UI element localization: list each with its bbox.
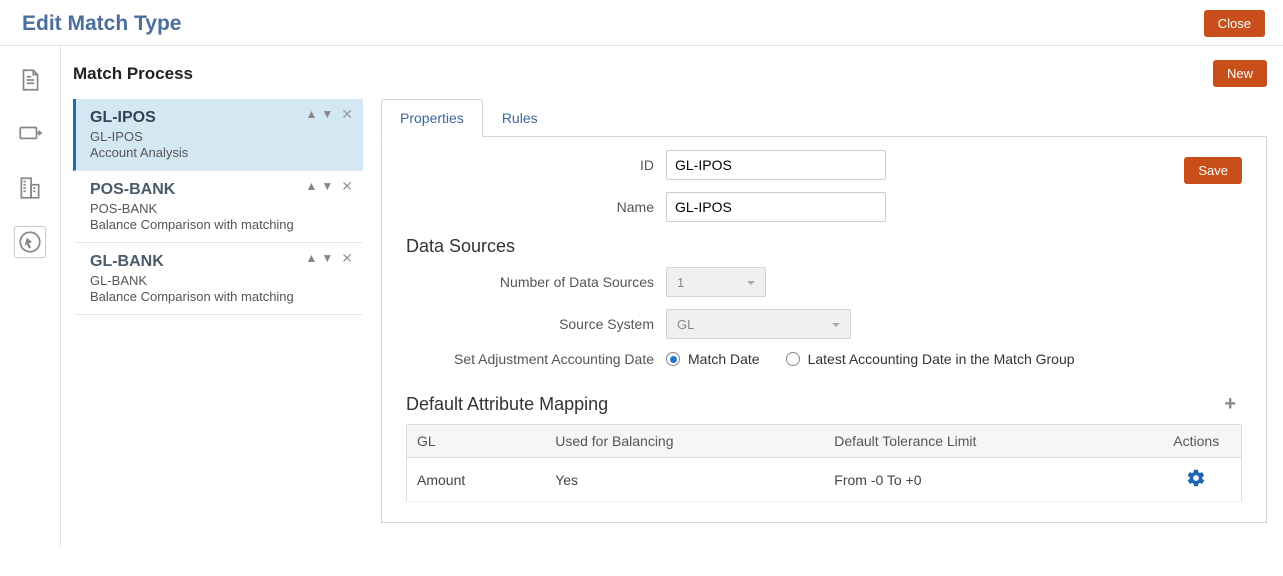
- map-col-3: Default Tolerance Limit: [824, 425, 1151, 458]
- delete-icon[interactable]: ✕: [341, 107, 353, 121]
- rail-icon-doc[interactable]: [14, 64, 46, 96]
- num-sources-value: 1: [677, 275, 684, 290]
- move-down-icon[interactable]: ▼: [321, 252, 333, 264]
- name-label: Name: [406, 199, 666, 215]
- adj-label: Set Adjustment Accounting Date: [406, 351, 666, 367]
- id-input[interactable]: [666, 150, 886, 180]
- process-id: GL-IPOS: [90, 129, 349, 144]
- rail-icon-building[interactable]: [14, 172, 46, 204]
- process-desc: Account Analysis: [90, 145, 349, 160]
- icon-rail: [0, 46, 60, 547]
- source-system-value: GL: [677, 317, 694, 332]
- rail-icon-transfer[interactable]: [14, 118, 46, 150]
- radio-dot-icon: [786, 352, 800, 366]
- data-sources-title: Data Sources: [406, 236, 1242, 257]
- add-mapping-icon[interactable]: +: [1218, 393, 1242, 416]
- rail-icon-cursor[interactable]: [14, 226, 46, 258]
- process-id: POS-BANK: [90, 201, 349, 216]
- delete-icon[interactable]: ✕: [341, 251, 353, 265]
- map-col-2: Used for Balancing: [545, 425, 824, 458]
- process-list: ▲▼✕GL-IPOSGL-IPOSAccount Analysis▲▼✕POS-…: [73, 99, 363, 523]
- adj-opt1-label: Match Date: [688, 351, 760, 367]
- new-button[interactable]: New: [1213, 60, 1267, 87]
- map-cell-1: Amount: [407, 458, 546, 502]
- map-cell-3: From -0 To +0: [824, 458, 1151, 502]
- page-title: Edit Match Type: [22, 12, 181, 36]
- row-actions-gear-icon[interactable]: [1186, 468, 1206, 491]
- num-sources-label: Number of Data Sources: [406, 274, 666, 290]
- tab-properties[interactable]: Properties: [381, 99, 483, 137]
- tabs: Properties Rules: [381, 99, 1267, 137]
- move-up-icon[interactable]: ▲: [305, 252, 317, 264]
- source-system-label: Source System: [406, 316, 666, 332]
- process-desc: Balance Comparison with matching: [90, 217, 349, 232]
- process-item[interactable]: ▲▼✕POS-BANKPOS-BANKBalance Comparison wi…: [73, 171, 363, 243]
- map-col-4: Actions: [1152, 425, 1242, 458]
- adj-radio-latest-date[interactable]: Latest Accounting Date in the Match Grou…: [786, 351, 1075, 367]
- table-row: Amount Yes From -0 To +0: [407, 458, 1242, 502]
- adj-opt2-label: Latest Accounting Date in the Match Grou…: [808, 351, 1075, 367]
- id-label: ID: [406, 157, 666, 173]
- close-button[interactable]: Close: [1204, 10, 1265, 37]
- move-up-icon[interactable]: ▲: [305, 180, 317, 192]
- mapping-title: Default Attribute Mapping: [406, 394, 608, 415]
- process-id: GL-BANK: [90, 273, 349, 288]
- move-down-icon[interactable]: ▼: [321, 108, 333, 120]
- delete-icon[interactable]: ✕: [341, 179, 353, 193]
- radio-dot-icon: [666, 352, 680, 366]
- tab-rules[interactable]: Rules: [483, 99, 557, 137]
- process-item[interactable]: ▲▼✕GL-BANKGL-BANKBalance Comparison with…: [73, 243, 363, 315]
- mapping-table: GL Used for Balancing Default Tolerance …: [406, 424, 1242, 502]
- map-col-1: GL: [407, 425, 546, 458]
- move-down-icon[interactable]: ▼: [321, 180, 333, 192]
- process-desc: Balance Comparison with matching: [90, 289, 349, 304]
- num-sources-select[interactable]: 1: [666, 267, 766, 297]
- move-up-icon[interactable]: ▲: [305, 108, 317, 120]
- process-item[interactable]: ▲▼✕GL-IPOSGL-IPOSAccount Analysis: [73, 99, 363, 171]
- map-cell-2: Yes: [545, 458, 824, 502]
- source-system-select[interactable]: GL: [666, 309, 851, 339]
- save-button[interactable]: Save: [1184, 157, 1242, 184]
- adj-radio-match-date[interactable]: Match Date: [666, 351, 760, 367]
- section-title: Match Process: [73, 64, 193, 84]
- name-input[interactable]: [666, 192, 886, 222]
